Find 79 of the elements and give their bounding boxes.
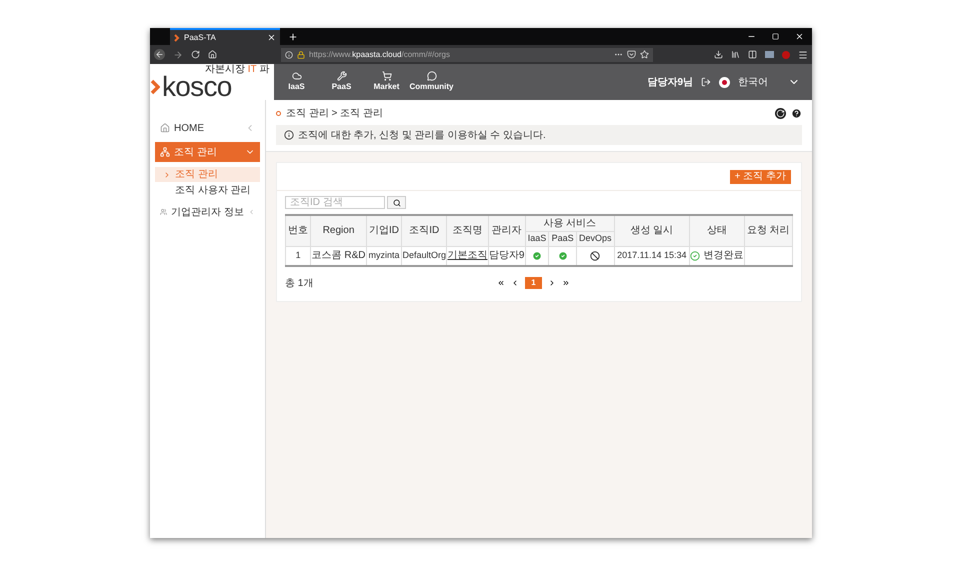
sidebar-item[interactable]: HOME: [155, 118, 260, 138]
logout-icon[interactable]: [701, 77, 711, 87]
chevron-left-icon: [248, 207, 255, 217]
table-cell: 담당자9: [488, 246, 526, 266]
home-icon[interactable]: [208, 50, 217, 59]
home-icon: [160, 123, 170, 133]
column-group-header: 사용 서비스: [525, 215, 614, 232]
table-cell: 코스콤 R&D: [310, 246, 366, 266]
sidebar-icon[interactable]: [748, 50, 757, 59]
info-icon: [284, 130, 294, 140]
table-cell: DefaultOrg: [402, 246, 447, 266]
search-button[interactable]: [387, 196, 406, 209]
url-text: https://www.kpaasta.cloud/comm/#/orgs: [309, 48, 451, 60]
org-icon: [160, 147, 170, 157]
bullet-icon: [276, 111, 281, 116]
column-header: 조직명: [446, 215, 488, 246]
nav-item[interactable]: PaaS: [319, 64, 364, 100]
column-header: 요청 처리: [744, 215, 792, 246]
help-icon[interactable]: [791, 108, 802, 119]
first-page-icon[interactable]: [497, 279, 505, 287]
back-icon[interactable]: [154, 49, 165, 60]
lock-icon: [297, 50, 305, 58]
column-header: 기업ID: [366, 215, 402, 246]
column-header: 번호: [286, 215, 311, 246]
browser-tab[interactable]: PaaS-TA: [170, 28, 280, 45]
logo-name: kosco: [162, 76, 232, 98]
pocket-icon[interactable]: [627, 50, 636, 59]
check-icon: [690, 250, 700, 261]
status-text: 변경완료: [703, 249, 744, 264]
total-count: 총 1개: [285, 276, 314, 290]
column-header: DevOps: [576, 232, 614, 246]
language-label[interactable]: 한국어: [738, 74, 768, 90]
last-page-icon[interactable]: [562, 279, 570, 287]
column-header: PaaS: [548, 232, 576, 246]
library-icon[interactable]: [731, 50, 740, 59]
reload-icon[interactable]: [191, 50, 200, 59]
sidebar-item[interactable]: 기업관리자 정보: [155, 202, 260, 222]
nav-item[interactable]: IaaS: [274, 64, 319, 100]
new-tab-icon[interactable]: [288, 32, 298, 42]
chat-icon: [426, 71, 436, 81]
tools-icon: [336, 71, 346, 81]
column-header: 상태: [689, 215, 744, 246]
flag-icon: [719, 76, 730, 88]
logo-chevron-icon: [174, 34, 180, 42]
forward-icon[interactable]: [173, 50, 183, 60]
previous-page-icon[interactable]: [511, 279, 519, 287]
column-header: 조직ID: [402, 215, 447, 246]
maximize-icon[interactable]: [772, 33, 779, 40]
tab-title: PaaS-TA: [184, 32, 217, 44]
nav-item[interactable]: Community: [409, 64, 454, 100]
submenu-item[interactable]: 조직 사용자 관리: [155, 183, 260, 198]
next-page-icon[interactable]: [548, 279, 556, 287]
info-icon: [285, 50, 293, 58]
notice-text: 조직에 대한 추가, 신청 및 관리를 이용하실 수 있습니다.: [298, 128, 546, 142]
logo-tagline: 자본시장 IT 파: [204, 64, 270, 76]
download-icon[interactable]: [714, 50, 723, 59]
close-icon[interactable]: [267, 33, 276, 42]
people-icon: [160, 207, 168, 217]
address-bar[interactable]: https://www.kpaasta.cloud/comm/#/orgs: [281, 48, 653, 62]
logo-chevron-icon: [150, 79, 160, 95]
menu-icon[interactable]: [798, 50, 808, 60]
column-header: 생성 일시: [614, 215, 690, 246]
star-icon[interactable]: [640, 50, 649, 59]
chevron-right-icon: [163, 170, 171, 178]
table-cell: myzinta: [366, 246, 402, 266]
cloud-icon: [292, 71, 302, 81]
column-header: IaaS: [525, 232, 549, 246]
column-header: Region: [310, 215, 366, 246]
breadcrumb: 조직 관리 > 조직 관리: [286, 107, 384, 121]
search-field[interactable]: 조직ID 검색: [285, 196, 385, 209]
user-name[interactable]: 담당자9님: [647, 74, 693, 90]
close-window-icon[interactable]: [795, 32, 804, 41]
logo[interactable]: 자본시장 IT 파 kosco: [150, 64, 274, 100]
cart-icon: [382, 71, 392, 81]
refresh-icon[interactable]: [775, 108, 786, 119]
search-icon: [392, 198, 400, 206]
table-cell: 1: [286, 246, 311, 266]
column-header: 관리자: [488, 215, 526, 246]
nav-item[interactable]: Market: [364, 64, 409, 100]
